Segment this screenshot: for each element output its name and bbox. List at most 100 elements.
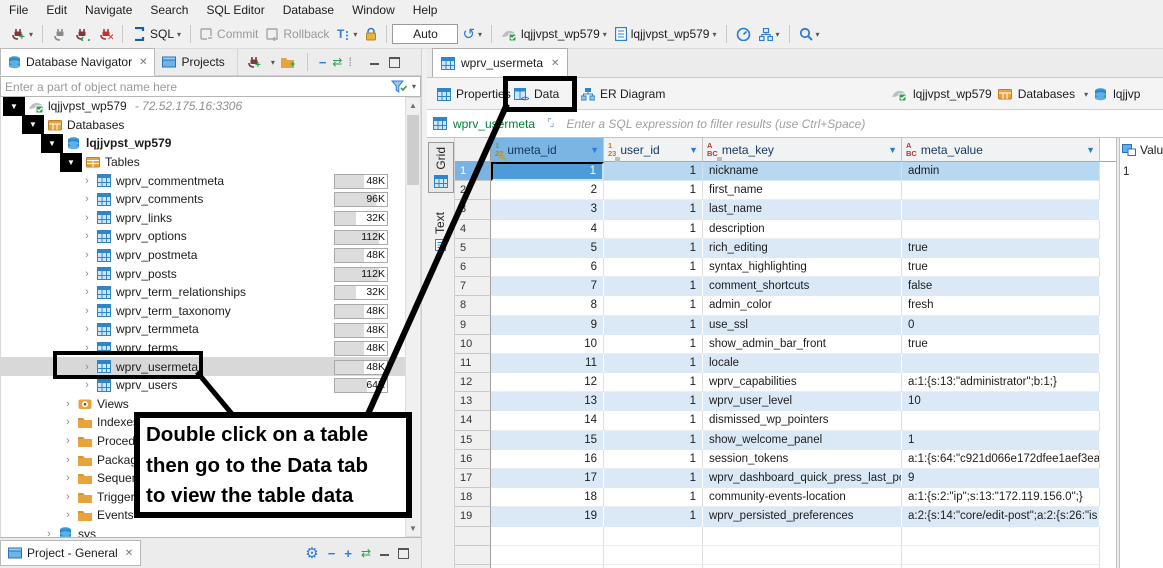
cell-meta_value[interactable]: 0: [902, 316, 1100, 335]
cell-umeta_id[interactable]: 12: [491, 373, 604, 392]
tree-item-sys[interactable]: ›sys: [1, 525, 406, 537]
filter-table-name[interactable]: wprv_usermeta: [453, 117, 535, 131]
cell-meta_key[interactable]: community-events-location: [703, 488, 902, 507]
expander-icon[interactable]: ›: [79, 193, 95, 205]
cell-umeta_id[interactable]: 13: [491, 392, 604, 411]
connection-dropdown-icon[interactable]: ▾: [603, 30, 607, 39]
cell-umeta_id[interactable]: 10: [491, 335, 604, 354]
cell-user_id[interactable]: 1: [604, 162, 703, 181]
gear-icon[interactable]: ⚙: [305, 544, 318, 562]
column-filter-dropdown-icon[interactable]: ▼: [590, 145, 599, 155]
cell-meta_key[interactable]: wprv_dashboard_quick_press_last_po: [703, 469, 902, 488]
scrollbar-thumb[interactable]: [407, 115, 419, 185]
row-number[interactable]: 9: [455, 316, 491, 335]
cell-meta_value[interactable]: a:1:{s:64:"c921d066e172dfee1aef3eac: [902, 450, 1100, 469]
column-filter-dropdown-icon[interactable]: ▼: [1086, 145, 1095, 155]
dashboard-button[interactable]: [733, 25, 754, 43]
cell-meta_value[interactable]: a:1:{s:2:"ip";s:13:"172.119.156.0";}: [902, 488, 1100, 507]
collapse-icon[interactable]: −: [328, 546, 336, 561]
cell-meta_key[interactable]: rich_editing: [703, 239, 902, 258]
row-number[interactable]: 15: [455, 431, 491, 450]
lock-button[interactable]: [362, 25, 380, 43]
tab-projects[interactable]: Projects: [155, 49, 237, 75]
close-icon[interactable]: ✕: [551, 58, 559, 69]
expander-icon[interactable]: ›: [79, 175, 95, 187]
expander-icon[interactable]: ›: [79, 379, 95, 391]
grid-corner[interactable]: [455, 138, 491, 162]
cell-meta_key[interactable]: dismissed_wp_pointers: [703, 411, 902, 430]
tree-item-lqjjvpst_wp579[interactable]: ▼lqjjvpst_wp579 - 72.52.175.16:3306: [1, 97, 406, 116]
empty-cell[interactable]: [491, 527, 604, 546]
menu-database[interactable]: Database: [274, 1, 343, 19]
plan-dropdown-icon[interactable]: ▾: [776, 30, 780, 39]
cell-umeta_id[interactable]: 4: [491, 220, 604, 239]
search-button[interactable]: ▾: [796, 25, 823, 43]
cell-meta_value[interactable]: [902, 220, 1100, 239]
cell-meta_key[interactable]: wprv_capabilities: [703, 373, 902, 392]
cell-user_id[interactable]: 1: [604, 335, 703, 354]
menu-navigate[interactable]: Navigate: [76, 1, 141, 19]
disconnect-button[interactable]: [49, 25, 69, 43]
expander-icon[interactable]: ›: [60, 509, 76, 521]
row-number[interactable]: 3: [455, 200, 491, 219]
expander-boxed-icon[interactable]: ▼: [60, 153, 82, 172]
cell-user_id[interactable]: 1: [604, 354, 703, 373]
history-dropdown-icon[interactable]: ▾: [478, 30, 482, 39]
cell-meta_value[interactable]: a:1:{s:13:"administrator";b:1;}: [902, 373, 1100, 392]
expander-icon[interactable]: ›: [79, 230, 95, 242]
cell-meta_key[interactable]: description: [703, 220, 902, 239]
cell-umeta_id[interactable]: 15: [491, 431, 604, 450]
cell-meta_value[interactable]: 10: [902, 392, 1100, 411]
row-number[interactable]: 8: [455, 296, 491, 315]
expander-icon[interactable]: ›: [60, 491, 76, 503]
expander-icon[interactable]: ›: [60, 454, 76, 466]
cell-meta_key[interactable]: wprv_user_level: [703, 392, 902, 411]
tab-grid-view[interactable]: Grid: [428, 142, 454, 193]
tree-item-wprv_commentmeta[interactable]: ›wprv_commentmeta48K: [1, 171, 406, 190]
tree-item-wprv_links[interactable]: ›wprv_links32K: [1, 209, 406, 228]
link-editor-icon[interactable]: ⇄: [332, 55, 342, 69]
minimize-icon[interactable]: [380, 551, 389, 556]
tree-item-wprv_postmeta[interactable]: ›wprv_postmeta48K: [1, 246, 406, 265]
database-dropdown-icon[interactable]: ▾: [712, 30, 716, 39]
expander-icon[interactable]: ›: [79, 249, 95, 261]
filter-dropdown-icon[interactable]: ▾: [412, 82, 416, 91]
cell-umeta_id[interactable]: 2: [491, 181, 604, 200]
new-connection-dropdown-icon[interactable]: ▾: [271, 58, 275, 67]
expander-boxed-icon[interactable]: ▼: [22, 115, 44, 134]
transaction-dropdown-icon[interactable]: ▾: [353, 30, 357, 39]
row-number[interactable]: 4: [455, 220, 491, 239]
cell-umeta_id[interactable]: 7: [491, 277, 604, 296]
cell-meta_value[interactable]: 9: [902, 469, 1100, 488]
cell-umeta_id[interactable]: 14: [491, 411, 604, 430]
history-button[interactable]: ↺▾: [459, 23, 485, 45]
cell-meta_value[interactable]: true: [902, 239, 1100, 258]
cell-user_id[interactable]: 1: [604, 392, 703, 411]
cell-user_id[interactable]: 1: [604, 181, 703, 200]
commit-mode-combo[interactable]: Auto: [392, 24, 458, 44]
column-header-umeta_id[interactable]: 123umeta_id▼: [491, 138, 604, 162]
row-number[interactable]: 17: [455, 469, 491, 488]
empty-cell[interactable]: [491, 546, 604, 565]
empty-cell[interactable]: [703, 527, 902, 546]
active-connection-combo[interactable]: lqjjvpst_wp579▾: [498, 25, 610, 43]
cell-umeta_id[interactable]: 6: [491, 258, 604, 277]
expander-icon[interactable]: ›: [60, 416, 76, 428]
cell-meta_key[interactable]: last_name: [703, 200, 902, 219]
cell-meta_key[interactable]: wprv_persisted_preferences: [703, 507, 902, 526]
empty-cell[interactable]: [604, 527, 703, 546]
menu-edit[interactable]: Edit: [37, 1, 76, 19]
new-connection-icon[interactable]: +: [246, 55, 262, 69]
cell-umeta_id[interactable]: 19: [491, 507, 604, 526]
row-number[interactable]: 19: [455, 507, 491, 526]
menu-file[interactable]: File: [0, 1, 37, 19]
cell-umeta_id[interactable]: 16: [491, 450, 604, 469]
row-number[interactable]: 11: [455, 354, 491, 373]
empty-cell[interactable]: [703, 546, 902, 565]
search-dropdown-icon[interactable]: ▾: [816, 30, 820, 39]
filter-funnel-icon[interactable]: [391, 80, 407, 93]
sql-editor-button[interactable]: SQL▾: [129, 25, 184, 43]
value-panel-content[interactable]: 1: [1120, 162, 1163, 178]
row-number[interactable]: 1: [455, 162, 491, 181]
scroll-down-icon[interactable]: ▼: [406, 521, 420, 536]
